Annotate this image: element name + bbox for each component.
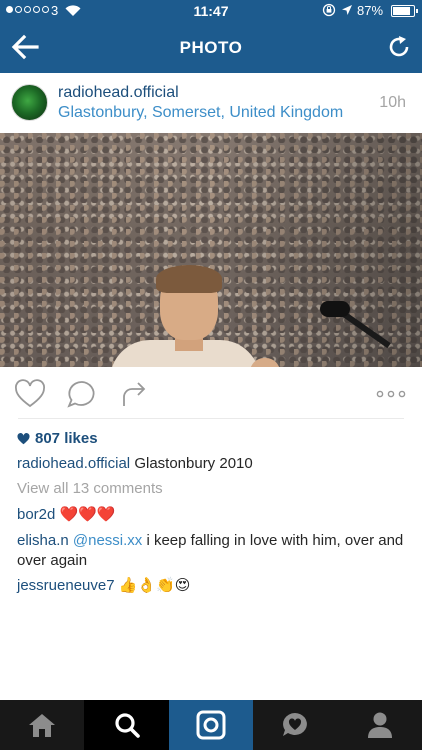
- refresh-icon[interactable]: [386, 34, 412, 60]
- avatar[interactable]: [11, 84, 48, 121]
- divider: [18, 418, 404, 419]
- post-actions: [0, 367, 422, 419]
- microphone: [320, 301, 350, 317]
- likes-label: 807 likes: [35, 430, 98, 447]
- comment-item: jessrueneuve7 👍👌👏😍: [17, 575, 408, 596]
- comment-text: 👍👌👏😍: [118, 576, 191, 594]
- status-bar: 3 11:47 87%: [0, 0, 422, 22]
- comment-username[interactable]: jessrueneuve7: [17, 577, 115, 594]
- caption-username[interactable]: radiohead.official: [17, 455, 130, 472]
- view-all-comments[interactable]: View all 13 comments: [17, 479, 408, 499]
- tab-profile[interactable]: [338, 700, 422, 750]
- tab-bar: [0, 700, 422, 750]
- share-icon[interactable]: [118, 379, 150, 409]
- comment-username[interactable]: bor2d: [17, 506, 55, 523]
- more-icon[interactable]: [374, 379, 408, 409]
- battery-icon: [391, 5, 418, 17]
- post-header: radiohead.official Glastonbury, Somerset…: [0, 73, 422, 133]
- comment-item: elisha.n @nessi.xx i keep falling in lov…: [17, 531, 408, 571]
- search-icon: [115, 713, 140, 738]
- home-icon: [29, 714, 56, 737]
- comment-username[interactable]: elisha.n: [17, 532, 69, 549]
- comment-text: ❤️❤️❤️: [59, 505, 116, 523]
- post-username[interactable]: radiohead.official: [58, 84, 179, 102]
- caption: radiohead.official Glastonbury 2010: [17, 454, 408, 474]
- tab-activity[interactable]: [253, 700, 337, 750]
- tab-home[interactable]: [0, 700, 84, 750]
- top-bar: 3 11:47 87% PHOTO: [0, 0, 422, 73]
- heart-icon[interactable]: [14, 379, 46, 409]
- activity-icon: [283, 713, 308, 736]
- battery-percent: 87%: [357, 3, 384, 18]
- performer-hair: [156, 265, 222, 293]
- post-location[interactable]: Glastonbury, Somerset, United Kingdom: [58, 104, 343, 122]
- camera-icon: [196, 710, 226, 740]
- likes-count[interactable]: 807 likes: [17, 430, 98, 447]
- comment-icon[interactable]: [66, 379, 98, 409]
- tab-camera[interactable]: [168, 700, 254, 750]
- caption-text: Glastonbury 2010: [134, 455, 253, 472]
- location-arrow-icon: [342, 5, 352, 15]
- rotation-lock-icon: [322, 3, 336, 17]
- post-photo[interactable]: [0, 133, 422, 367]
- tab-search[interactable]: [84, 700, 169, 750]
- likes-heart-icon: [17, 432, 30, 444]
- comment-mention[interactable]: @nessi.xx: [73, 532, 142, 549]
- comment-item: bor2d ❤️❤️❤️: [17, 504, 408, 525]
- post-time: 10h: [379, 94, 406, 111]
- profile-icon: [367, 712, 392, 738]
- page-title: PHOTO: [179, 38, 243, 57]
